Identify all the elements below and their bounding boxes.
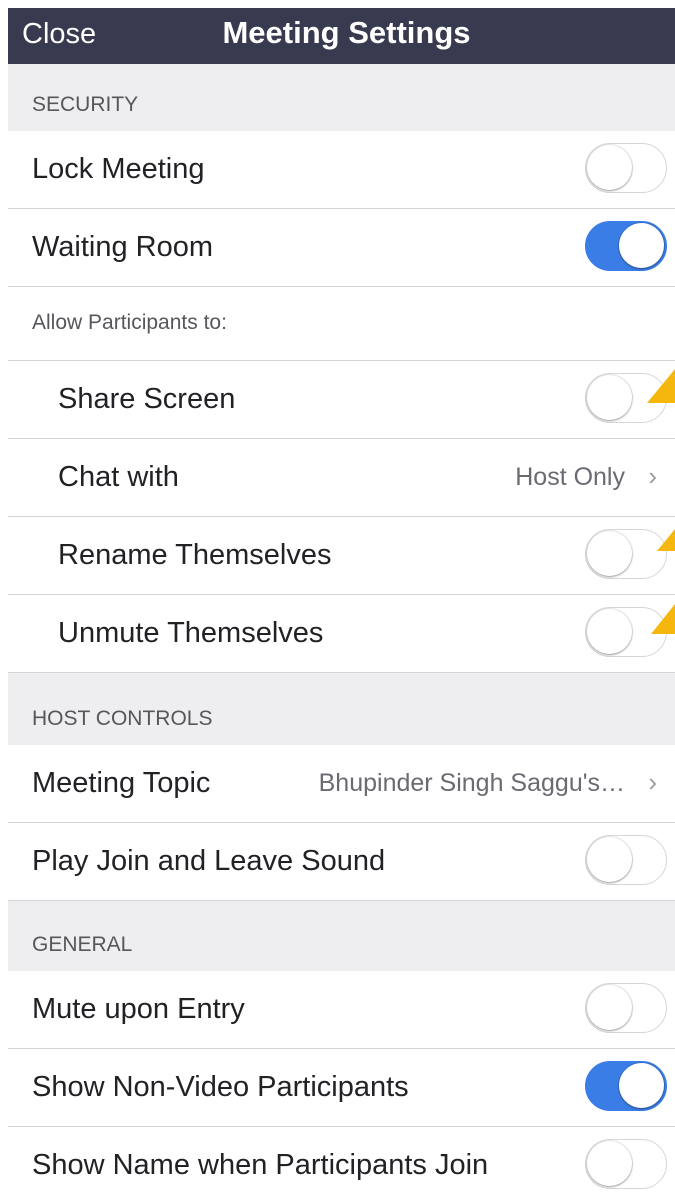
flag-marker-icon <box>651 604 675 634</box>
chevron-right-icon: › <box>648 767 657 797</box>
toggle-knob <box>587 837 632 882</box>
section-title: GENERAL <box>32 933 133 956</box>
setting-row-play-join-leave-sound: Play Join and Leave Sound <box>8 823 675 901</box>
toggle-knob <box>587 145 632 190</box>
setting-row-waiting-room: Waiting Room <box>8 209 675 287</box>
allow-participants-label: Allow Participants to: <box>32 311 227 334</box>
toggle-knob <box>587 609 632 654</box>
show-name-join-toggle[interactable] <box>585 1139 667 1189</box>
waiting-room-toggle[interactable] <box>585 221 667 271</box>
mute-upon-entry-toggle[interactable] <box>585 983 667 1033</box>
toggle-knob <box>587 375 632 420</box>
setting-row-unmute-themselves: Unmute Themselves <box>8 595 675 673</box>
top-bar: Close Meeting Settings <box>8 8 675 64</box>
setting-label: Rename Themselves <box>58 539 332 571</box>
setting-row-show-name-join: Show Name when Participants Join <box>8 1127 675 1201</box>
setting-label: Mute upon Entry <box>32 993 245 1025</box>
meeting-topic-value: Bhupinder Singh Saggu's… <box>318 769 625 797</box>
setting-label: Waiting Room <box>32 231 214 263</box>
setting-label: Meeting Topic <box>32 767 211 799</box>
show-non-video-toggle[interactable] <box>585 1061 667 1111</box>
setting-row-show-non-video: Show Non-Video Participants <box>8 1049 675 1127</box>
section-header-host-controls: HOST CONTROLS <box>8 673 675 745</box>
chat-with-value: Host Only <box>515 463 625 491</box>
setting-label: Show Name when Participants Join <box>32 1149 489 1181</box>
setting-row-chat-with[interactable]: Chat with Host Only › <box>8 439 675 517</box>
setting-row-rename-themselves: Rename Themselves <box>8 517 675 595</box>
meeting-settings-screen: Close Meeting Settings SECURITY Lock Mee… <box>8 8 675 1201</box>
allow-participants-subheader: Allow Participants to: <box>8 287 675 361</box>
flag-marker-icon <box>657 529 675 551</box>
setting-row-meeting-topic[interactable]: Meeting Topic Bhupinder Singh Saggu's… › <box>8 745 675 823</box>
lock-meeting-toggle[interactable] <box>585 143 667 193</box>
toggle-knob <box>587 985 632 1030</box>
setting-label: Chat with <box>58 461 179 493</box>
toggle-knob <box>619 223 664 268</box>
section-header-general: GENERAL <box>8 901 675 971</box>
play-join-leave-sound-toggle[interactable] <box>585 835 667 885</box>
setting-label: Unmute Themselves <box>58 617 324 649</box>
flag-marker-icon <box>647 369 675 403</box>
page-title: Meeting Settings <box>222 15 471 50</box>
section-title: SECURITY <box>32 93 139 116</box>
setting-label: Lock Meeting <box>32 153 205 185</box>
setting-row-lock-meeting: Lock Meeting <box>8 131 675 209</box>
setting-label: Show Non-Video Participants <box>32 1071 409 1103</box>
setting-label: Share Screen <box>58 383 236 415</box>
toggle-knob <box>587 1141 632 1186</box>
setting-label: Play Join and Leave Sound <box>32 845 386 877</box>
setting-row-share-screen: Share Screen <box>8 361 675 439</box>
setting-row-mute-upon-entry: Mute upon Entry <box>8 971 675 1049</box>
rename-themselves-toggle[interactable] <box>585 529 667 579</box>
chevron-right-icon: › <box>648 461 657 491</box>
section-header-security: SECURITY <box>8 64 675 131</box>
toggle-knob <box>587 531 632 576</box>
toggle-knob <box>619 1063 664 1108</box>
section-title: HOST CONTROLS <box>32 707 213 730</box>
